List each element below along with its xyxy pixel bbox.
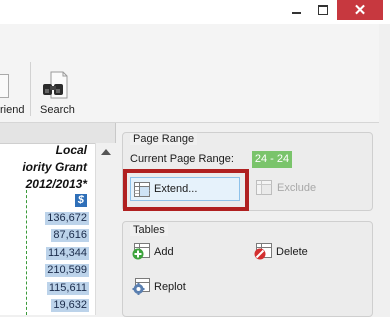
add-table-icon <box>132 243 150 260</box>
add-table-button[interactable]: Add <box>132 243 174 260</box>
close-button[interactable]: ✕ <box>337 0 383 20</box>
replot-button[interactable]: Replot <box>132 278 186 295</box>
table-cell: 136,672 <box>45 212 89 225</box>
column-header-line-2: iority Grant <box>22 160 87 174</box>
replot-label: Replot <box>154 280 186 293</box>
search-button-label[interactable]: Search <box>40 104 75 116</box>
close-icon: ✕ <box>353 1 367 19</box>
binoculars-icon[interactable] <box>42 70 68 103</box>
sheet-header-bar <box>0 123 115 144</box>
replot-gear-icon <box>132 278 150 295</box>
column-header-line-1: Local <box>55 143 87 157</box>
table-cell: 87,616 <box>51 229 89 242</box>
exclude-button[interactable]: Exclude <box>256 180 316 195</box>
spreadsheet-pane: Local iority Grant 2012/2013* $ 136,672 … <box>0 123 116 315</box>
delete-table-button[interactable]: Delete <box>254 243 308 260</box>
sheet-scrollbar[interactable] <box>95 143 116 315</box>
column-header-line-3: 2012/2013* <box>25 177 87 191</box>
friend-button-label[interactable]: riend <box>0 104 24 116</box>
pane-scrollbar[interactable] <box>379 24 390 315</box>
exclude-button-label: Exclude <box>277 181 317 194</box>
scroll-up-icon[interactable] <box>101 149 111 155</box>
delete-table-label: Delete <box>276 245 308 258</box>
selection-border <box>26 190 27 315</box>
table-cell: 114,344 <box>46 247 89 260</box>
toolbar-separator <box>30 62 31 116</box>
add-table-label: Add <box>154 245 174 258</box>
current-page-range-value: 24 - 24 <box>252 151 292 168</box>
currency-cell: $ <box>74 194 87 207</box>
minimize-button[interactable] <box>283 0 309 20</box>
highlight-annotation <box>123 169 249 211</box>
page-range-title: Page Range <box>130 133 198 145</box>
maximize-icon <box>318 5 328 15</box>
minimize-icon <box>291 12 301 14</box>
friend-icon <box>0 74 9 98</box>
table-cell: 210,599 <box>45 264 89 277</box>
tables-title: Tables <box>130 224 168 236</box>
table-exclude-icon <box>256 180 272 195</box>
maximize-button[interactable] <box>309 0 337 20</box>
delete-table-icon <box>254 243 272 260</box>
table-cell: 19,632 <box>51 299 89 312</box>
current-page-range-label: Current Page Range: <box>130 153 234 165</box>
table-cell: 115,611 <box>46 282 89 295</box>
